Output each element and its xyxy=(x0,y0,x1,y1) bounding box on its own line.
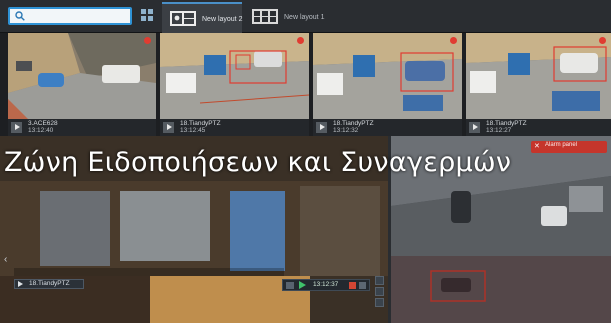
camera-tile-tiandy-ptz-1[interactable]: 18.TiandyPTZ 13:12:45 xyxy=(160,33,309,136)
tab-new-layout-1[interactable]: New layout 1 xyxy=(244,2,334,33)
tab-new-layout-2[interactable]: New layout 2 xyxy=(162,2,242,33)
record-icon[interactable] xyxy=(349,282,356,289)
camera-feed-image xyxy=(466,33,611,119)
camera-label-bar[interactable]: 18.TiandyPTZ xyxy=(14,279,84,289)
play-icon[interactable] xyxy=(18,281,23,287)
camera-name: 3.ACE628 xyxy=(28,120,58,127)
camera-info-bar: 18.TiandyPTZ 13:12:27 xyxy=(466,119,611,136)
zoom-out-icon[interactable] xyxy=(375,287,384,296)
camera-time: 13:12:32 xyxy=(333,127,359,134)
play-icon[interactable] xyxy=(11,122,22,133)
camera-tile-tiandy-ptz-2[interactable]: 18.TiandyPTZ 13:12:32 xyxy=(313,33,462,136)
play-icon[interactable] xyxy=(316,122,327,133)
tab-label: New layout 2 xyxy=(202,16,243,23)
tab-label: New layout 1 xyxy=(284,14,325,21)
play-icon[interactable] xyxy=(469,122,480,133)
page-title: Ζώνη Ειδοποιήσεων και Συναγερμών xyxy=(4,147,512,178)
search-icon xyxy=(15,11,25,21)
alarm-panel-label: Alarm panel xyxy=(545,142,578,148)
camera-tile-3-ace628[interactable]: 3.ACE628 13:12:40 xyxy=(8,33,156,136)
camera-name: 18.TiandyPTZ xyxy=(486,120,527,127)
camera-feed-image xyxy=(313,33,462,119)
zoom-in-icon[interactable] xyxy=(375,276,384,285)
camera-tile-tiandy-ptz-3[interactable]: 18.TiandyPTZ 13:12:27 xyxy=(466,33,611,136)
ptz-icon[interactable] xyxy=(375,298,384,307)
recording-indicator-icon xyxy=(144,37,151,44)
search-box[interactable] xyxy=(8,7,132,25)
camera-name: 18.TiandyPTZ xyxy=(333,120,374,127)
playback-time: 13:12:37 xyxy=(313,281,339,288)
camera-name: 18.TiandyPTZ xyxy=(180,120,221,127)
fullscreen-icon[interactable] xyxy=(359,282,366,289)
zoom-controls xyxy=(374,274,386,314)
playback-controls: 13:12:37 xyxy=(282,279,370,291)
close-icon[interactable]: ✕ xyxy=(534,142,540,150)
camera-info-bar: 3.ACE628 13:12:40 xyxy=(8,119,156,136)
layout-thumbnail-icon xyxy=(252,9,278,24)
stop-icon[interactable] xyxy=(286,282,294,289)
camera-info-bar: 18.TiandyPTZ 13:12:32 xyxy=(313,119,462,136)
camera-time: 13:12:45 xyxy=(180,127,206,134)
layout-thumbnail-icon xyxy=(170,11,196,26)
play-icon[interactable] xyxy=(299,281,306,289)
recording-indicator-icon xyxy=(599,37,606,44)
camera-name: 18.TiandyPTZ xyxy=(29,280,70,287)
camera-feed-image xyxy=(160,33,309,119)
camera-time: 13:12:27 xyxy=(486,127,512,134)
recording-indicator-icon xyxy=(297,37,304,44)
play-icon[interactable] xyxy=(163,122,174,133)
search-input[interactable] xyxy=(29,10,127,23)
alarm-panel-button[interactable]: ✕ Alarm panel xyxy=(531,141,607,153)
camera-info-bar: 18.TiandyPTZ 13:12:45 xyxy=(160,119,309,136)
chevron-left-icon[interactable]: ‹ xyxy=(4,254,12,266)
recording-indicator-icon xyxy=(450,37,457,44)
top-toolbar: New layout 2 New layout 1 xyxy=(0,0,611,33)
layout-grid-icon[interactable] xyxy=(141,9,155,23)
camera-feed-image xyxy=(8,33,156,119)
camera-time: 13:12:40 xyxy=(28,127,54,134)
